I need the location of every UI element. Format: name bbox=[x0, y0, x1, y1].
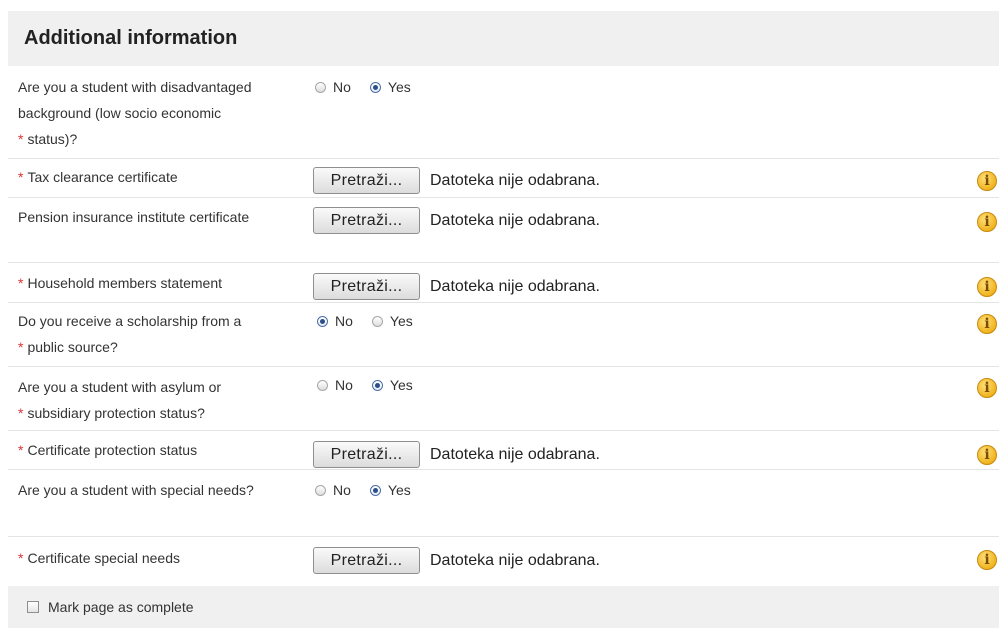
browse-button[interactable]: Pretraži... bbox=[313, 167, 420, 194]
required-marker: * bbox=[18, 405, 24, 421]
label-text: Household members statement bbox=[27, 275, 222, 291]
label-text: Tax clearance certificate bbox=[27, 169, 178, 185]
label-line: Do you receive a scholarship from a bbox=[18, 313, 242, 329]
info-icon[interactable]: i bbox=[977, 378, 997, 398]
question-label: Pension insurance institute certificate bbox=[18, 204, 249, 230]
label-text: Pension insurance institute certificate bbox=[18, 209, 250, 225]
radio-no[interactable] bbox=[315, 484, 326, 496]
info-icon[interactable]: i bbox=[977, 277, 997, 297]
radio-yes-label[interactable]: Yes bbox=[388, 482, 411, 498]
question-pension: Pension insurance institute certificate … bbox=[8, 199, 999, 263]
mark-complete-checkbox[interactable] bbox=[27, 601, 39, 613]
file-status: Datoteka nije odabrana. bbox=[430, 446, 600, 463]
label-line: subsidiary protection status? bbox=[27, 405, 205, 421]
file-status: Datoteka nije odabrana. bbox=[430, 172, 600, 189]
required-marker: * bbox=[18, 550, 24, 566]
label-text: Certificate special needs bbox=[27, 550, 180, 566]
radio-no[interactable] bbox=[315, 81, 326, 93]
question-label: * Household members statement bbox=[18, 270, 222, 296]
question-asylum: Are you a student with asylum or * subsid… bbox=[8, 368, 999, 431]
radio-yes[interactable] bbox=[369, 484, 381, 496]
question-label: Are you a student with special needs? bbox=[18, 477, 254, 503]
required-marker: * bbox=[18, 131, 24, 147]
label-line: background (low socio economic bbox=[18, 105, 222, 121]
section-header: Additional information bbox=[8, 11, 999, 66]
label-line: status)? bbox=[27, 131, 78, 147]
info-icon[interactable]: i bbox=[977, 171, 997, 191]
info-icon[interactable]: i bbox=[977, 212, 997, 232]
browse-button[interactable]: Pretraži... bbox=[313, 273, 420, 300]
radio-yes-label[interactable]: Yes bbox=[390, 377, 413, 393]
file-status: Datoteka nije odabrana. bbox=[430, 212, 600, 229]
question-label: Do you receive a scholarship from a * pub… bbox=[18, 308, 241, 360]
scholarship-radio-group: No Yes bbox=[317, 308, 425, 334]
asylum-radio-group: No Yes bbox=[317, 372, 425, 398]
required-marker: * bbox=[18, 275, 24, 291]
question-disadvantaged: Are you a student with disadvantaged bac… bbox=[8, 70, 999, 159]
question-tax-clearance: * Tax clearance certificate Pretraži... D… bbox=[8, 160, 999, 198]
question-special-needs-cert: * Certificate special needs Pretraži... D… bbox=[8, 538, 999, 578]
radio-no-label[interactable]: No bbox=[335, 313, 353, 329]
footer-bar: Mark page as complete bbox=[8, 586, 999, 628]
question-label: * Tax clearance certificate bbox=[18, 164, 178, 190]
required-marker: * bbox=[18, 169, 24, 185]
radio-no-label[interactable]: No bbox=[333, 79, 351, 95]
radio-yes[interactable] bbox=[371, 379, 383, 391]
info-icon[interactable]: i bbox=[977, 314, 997, 334]
file-status: Datoteka nije odabrana. bbox=[430, 552, 600, 569]
radio-yes[interactable] bbox=[371, 315, 383, 327]
question-protection-cert: * Certificate protection status Pretraži.… bbox=[8, 432, 999, 470]
browse-button[interactable]: Pretraži... bbox=[313, 207, 420, 234]
radio-no[interactable] bbox=[317, 379, 328, 391]
required-marker: * bbox=[18, 339, 24, 355]
radio-no-label[interactable]: No bbox=[335, 377, 353, 393]
label-line: public source? bbox=[27, 339, 118, 355]
radio-yes-label[interactable]: Yes bbox=[388, 79, 411, 95]
label-line: Are you a student with disadvantaged bbox=[18, 79, 252, 95]
info-icon[interactable]: i bbox=[977, 445, 997, 465]
radio-yes[interactable] bbox=[369, 81, 381, 93]
question-household: * Household members statement Pretraži...… bbox=[8, 264, 999, 303]
browse-button[interactable]: Pretraži... bbox=[313, 547, 420, 574]
special-needs-radio-group: No Yes bbox=[315, 477, 423, 503]
question-special-needs: Are you a student with special needs? No… bbox=[8, 471, 999, 537]
browse-button[interactable]: Pretraži... bbox=[313, 441, 420, 468]
file-status: Datoteka nije odabrana. bbox=[430, 278, 600, 295]
disadvantaged-radio-group: No Yes bbox=[315, 74, 423, 100]
label-line: Are you a student with asylum or bbox=[18, 379, 222, 395]
question-scholarship: Do you receive a scholarship from a * pub… bbox=[8, 304, 999, 367]
label-text: Are you a student with special needs? bbox=[18, 482, 254, 498]
question-label: Are you a student with asylum or * subsid… bbox=[18, 374, 221, 426]
question-label: * Certificate protection status bbox=[18, 437, 197, 463]
info-icon[interactable]: i bbox=[977, 550, 997, 570]
required-marker: * bbox=[18, 442, 24, 458]
mark-complete-label[interactable]: Mark page as complete bbox=[48, 599, 194, 615]
radio-no-label[interactable]: No bbox=[333, 482, 351, 498]
radio-no[interactable] bbox=[317, 315, 328, 327]
label-text: Certificate protection status bbox=[27, 442, 198, 458]
question-label: * Certificate special needs bbox=[18, 545, 180, 571]
section-title: Additional information bbox=[24, 27, 238, 49]
radio-yes-label[interactable]: Yes bbox=[390, 313, 413, 329]
question-label: Are you a student with disadvantaged bac… bbox=[18, 74, 252, 152]
